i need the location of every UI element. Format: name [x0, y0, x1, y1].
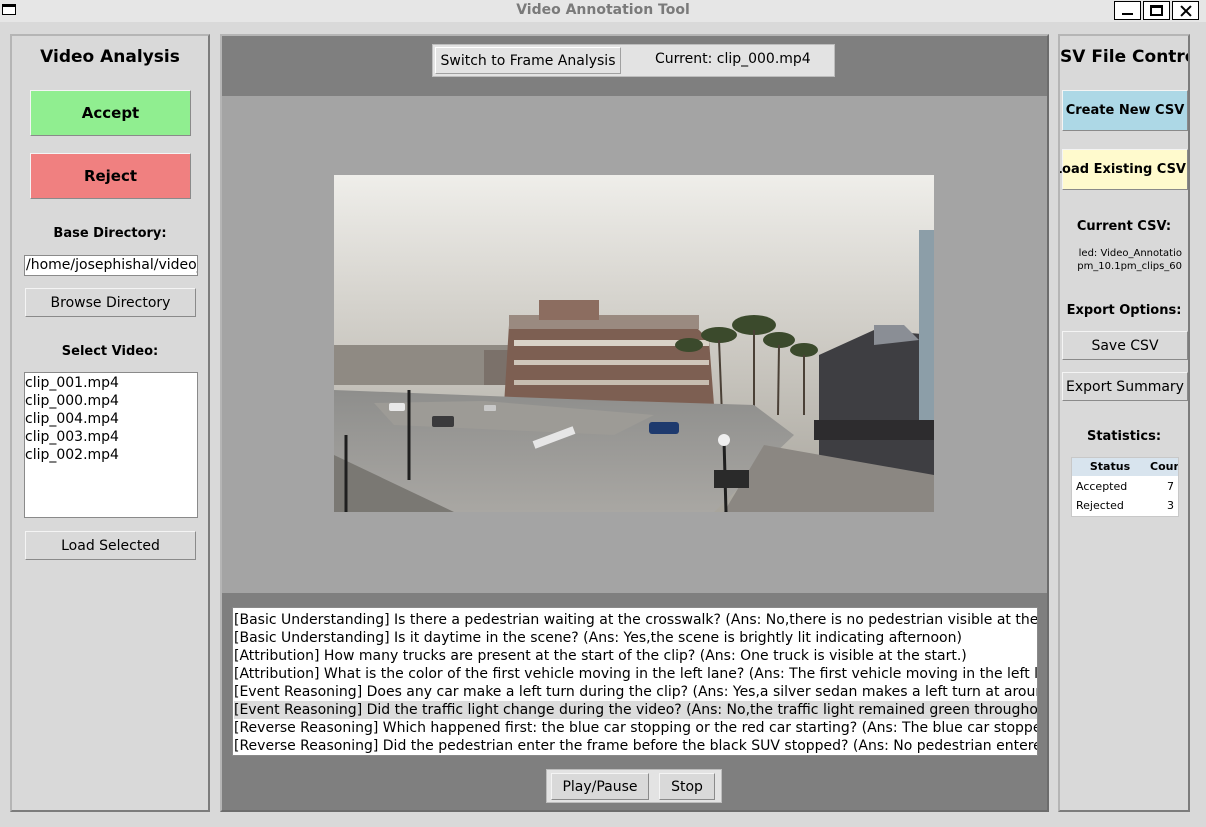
statistics-table: Status Coun Accepted 7 Rejected 3: [1071, 457, 1179, 517]
stop-button[interactable]: Stop: [659, 773, 715, 800]
video-listbox[interactable]: clip_001.mp4 clip_000.mp4 clip_004.mp4 c…: [24, 372, 198, 518]
list-item[interactable]: [Reverse Reasoning] Did the pedestrian e…: [234, 737, 1037, 755]
column-header-count[interactable]: Coun: [1150, 460, 1178, 473]
select-video-label: Select Video:: [61, 344, 159, 359]
list-item[interactable]: clip_004.mp4: [25, 410, 197, 428]
list-item-selected[interactable]: [Event Reasoning] Did the traffic light …: [234, 701, 1037, 719]
current-csv-path-line: led: Video_Annotatio: [1078, 248, 1182, 259]
panel-title: Video Analysis: [40, 47, 180, 67]
table-cell-status: Rejected: [1076, 499, 1124, 512]
table-header: Status Coun: [1072, 458, 1178, 476]
street-scene-image: [334, 175, 934, 512]
table-cell-status: Accepted: [1076, 480, 1128, 493]
play-pause-button[interactable]: Play/Pause: [551, 773, 649, 800]
video-player-panel: Switch to Frame Analysis Current: clip_0…: [220, 34, 1049, 812]
list-item[interactable]: clip_003.mp4: [25, 428, 197, 446]
question-answer-listbox[interactable]: [Basic Understanding] Is there a pedestr…: [232, 607, 1038, 756]
export-options-label: Export Options:: [1066, 303, 1182, 318]
load-selected-button[interactable]: Load Selected: [25, 531, 196, 560]
list-item[interactable]: clip_000.mp4: [25, 392, 197, 410]
table-cell-count: 3: [1167, 499, 1174, 512]
video-analysis-panel: Video Analysis Accept Reject Base Direct…: [10, 34, 210, 812]
csv-file-control-panel: SV File Contro Create New CSV Load Exist…: [1058, 34, 1190, 812]
title-bar[interactable]: Video Annotation Tool: [0, 0, 1206, 22]
list-item[interactable]: clip_001.mp4: [25, 374, 197, 392]
list-item[interactable]: [Event Reasoning] Does any car make a le…: [234, 683, 1037, 701]
current-clip-label: Current: clip_000.mp4: [655, 51, 811, 67]
current-csv-path-line: pm_10.1pm_clips_60: [1077, 261, 1182, 272]
current-csv-label: Current CSV:: [1076, 219, 1172, 234]
minimize-button[interactable]: [1114, 1, 1141, 20]
column-header-status[interactable]: Status: [1072, 460, 1148, 473]
player-toolbar: Switch to Frame Analysis Current: clip_0…: [222, 36, 1047, 96]
maximize-button[interactable]: [1143, 1, 1170, 20]
toolbar-group: Switch to Frame Analysis Current: clip_0…: [432, 44, 835, 77]
browse-directory-button[interactable]: Browse Directory: [25, 288, 196, 317]
panel-title: SV File Contro: [1060, 47, 1190, 67]
window-title: Video Annotation Tool: [516, 2, 690, 18]
switch-to-frame-analysis-button[interactable]: Switch to Frame Analysis: [435, 47, 621, 74]
base-directory-input[interactable]: /home/josephishal/video_i: [24, 255, 198, 276]
reject-button[interactable]: Reject: [30, 153, 191, 199]
create-new-csv-button[interactable]: Create New CSV: [1062, 90, 1188, 131]
list-item[interactable]: [Attribution] How many trucks are presen…: [234, 647, 1037, 665]
video-frame[interactable]: [334, 175, 934, 512]
video-display-area: [222, 96, 1047, 593]
playback-controls: Play/Pause Stop: [546, 769, 722, 803]
list-item[interactable]: [Basic Understanding] Is there a pedestr…: [234, 611, 1037, 629]
save-csv-button[interactable]: Save CSV: [1062, 331, 1188, 360]
load-existing-csv-button[interactable]: Load Existing CSV: [1060, 149, 1188, 190]
list-item[interactable]: clip_002.mp4: [25, 446, 197, 464]
list-item[interactable]: [Reverse Reasoning] Which happened first…: [234, 719, 1037, 737]
base-directory-label: Base Directory:: [53, 226, 167, 241]
close-button[interactable]: [1172, 1, 1199, 20]
table-cell-count: 7: [1167, 480, 1174, 493]
current-csv-path: led: Video_Annotatio pm_10.1pm_clips_60: [1068, 247, 1182, 273]
list-item[interactable]: [Basic Understanding] Is it daytime in t…: [234, 629, 1037, 647]
statistics-label: Statistics:: [1086, 429, 1162, 444]
accept-button[interactable]: Accept: [30, 90, 191, 136]
list-item[interactable]: [Attribution] What is the color of the f…: [234, 665, 1037, 683]
export-summary-button[interactable]: Export Summary: [1062, 372, 1188, 401]
